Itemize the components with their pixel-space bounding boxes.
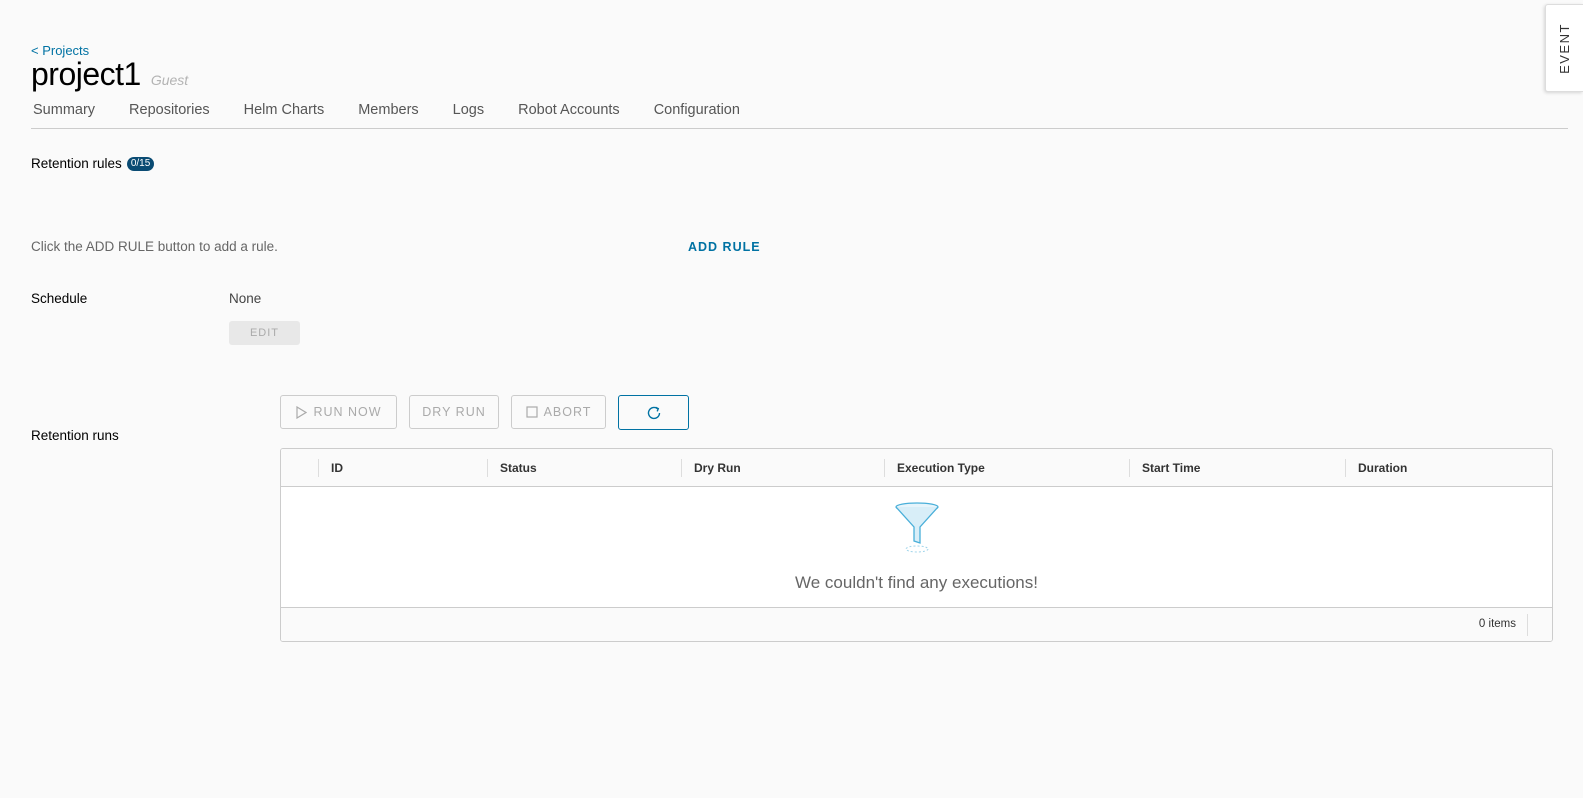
- table-header: ID Status Dry Run Execution Type Start T…: [281, 449, 1552, 487]
- empty-state: We couldn't find any executions!: [281, 487, 1552, 607]
- schedule-label: Schedule: [31, 291, 88, 306]
- column-header-id[interactable]: ID: [319, 449, 487, 486]
- column-header-status[interactable]: Status: [488, 449, 681, 486]
- empty-message: We couldn't find any executions!: [795, 573, 1038, 592]
- project-tabs: Summary Repositories Helm Charts Members…: [31, 100, 1568, 129]
- rules-count-badge: 0/15: [126, 156, 155, 171]
- tab-summary[interactable]: Summary: [31, 100, 97, 128]
- refresh-button[interactable]: [618, 395, 689, 430]
- add-rule-button[interactable]: ADD RULE: [688, 240, 761, 254]
- tab-robot-accounts[interactable]: Robot Accounts: [516, 100, 622, 128]
- tab-logs[interactable]: Logs: [451, 100, 486, 128]
- event-tab-label: EVENT: [1557, 22, 1572, 74]
- page-title: project1: [31, 56, 141, 92]
- retention-rules-heading: Retention rules 0/15: [31, 156, 155, 171]
- dry-run-label: DRY RUN: [422, 405, 486, 419]
- tab-helm-charts[interactable]: Helm Charts: [242, 100, 327, 128]
- stop-icon: [525, 406, 538, 418]
- title-row: project1 Guest: [31, 56, 188, 93]
- edit-schedule-button[interactable]: EDIT: [229, 321, 300, 345]
- funnel-icon: [895, 502, 939, 553]
- run-now-label: RUN NOW: [313, 405, 382, 419]
- refresh-icon: [647, 406, 660, 419]
- dry-run-button[interactable]: DRY RUN: [409, 395, 499, 429]
- run-now-button[interactable]: RUN NOW: [280, 395, 397, 429]
- tab-repositories[interactable]: Repositories: [127, 100, 212, 128]
- add-rule-hint: Click the ADD RULE button to add a rule.: [31, 239, 278, 254]
- event-side-tab[interactable]: EVENT: [1545, 4, 1583, 92]
- items-count: 0 items: [1478, 618, 1516, 630]
- schedule-value: None: [229, 291, 262, 306]
- column-header-duration[interactable]: Duration: [1346, 449, 1546, 486]
- role-label: Guest: [150, 72, 189, 88]
- play-icon: [296, 405, 308, 419]
- column-header-start-time[interactable]: Start Time: [1130, 449, 1345, 486]
- footer-separator: [1527, 614, 1528, 636]
- abort-label: ABORT: [543, 405, 592, 419]
- table-footer: 0 items: [281, 607, 1552, 641]
- column-header-dry-run[interactable]: Dry Run: [682, 449, 884, 486]
- abort-button[interactable]: ABORT: [511, 395, 606, 429]
- column-header-execution-type[interactable]: Execution Type: [885, 449, 1129, 486]
- retention-runs-table: ID Status Dry Run Execution Type Start T…: [280, 448, 1553, 642]
- retention-rules-label: Retention rules: [31, 156, 122, 171]
- retention-runs-label: Retention runs: [31, 428, 119, 443]
- tab-configuration[interactable]: Configuration: [652, 100, 742, 128]
- tab-members[interactable]: Members: [356, 100, 420, 128]
